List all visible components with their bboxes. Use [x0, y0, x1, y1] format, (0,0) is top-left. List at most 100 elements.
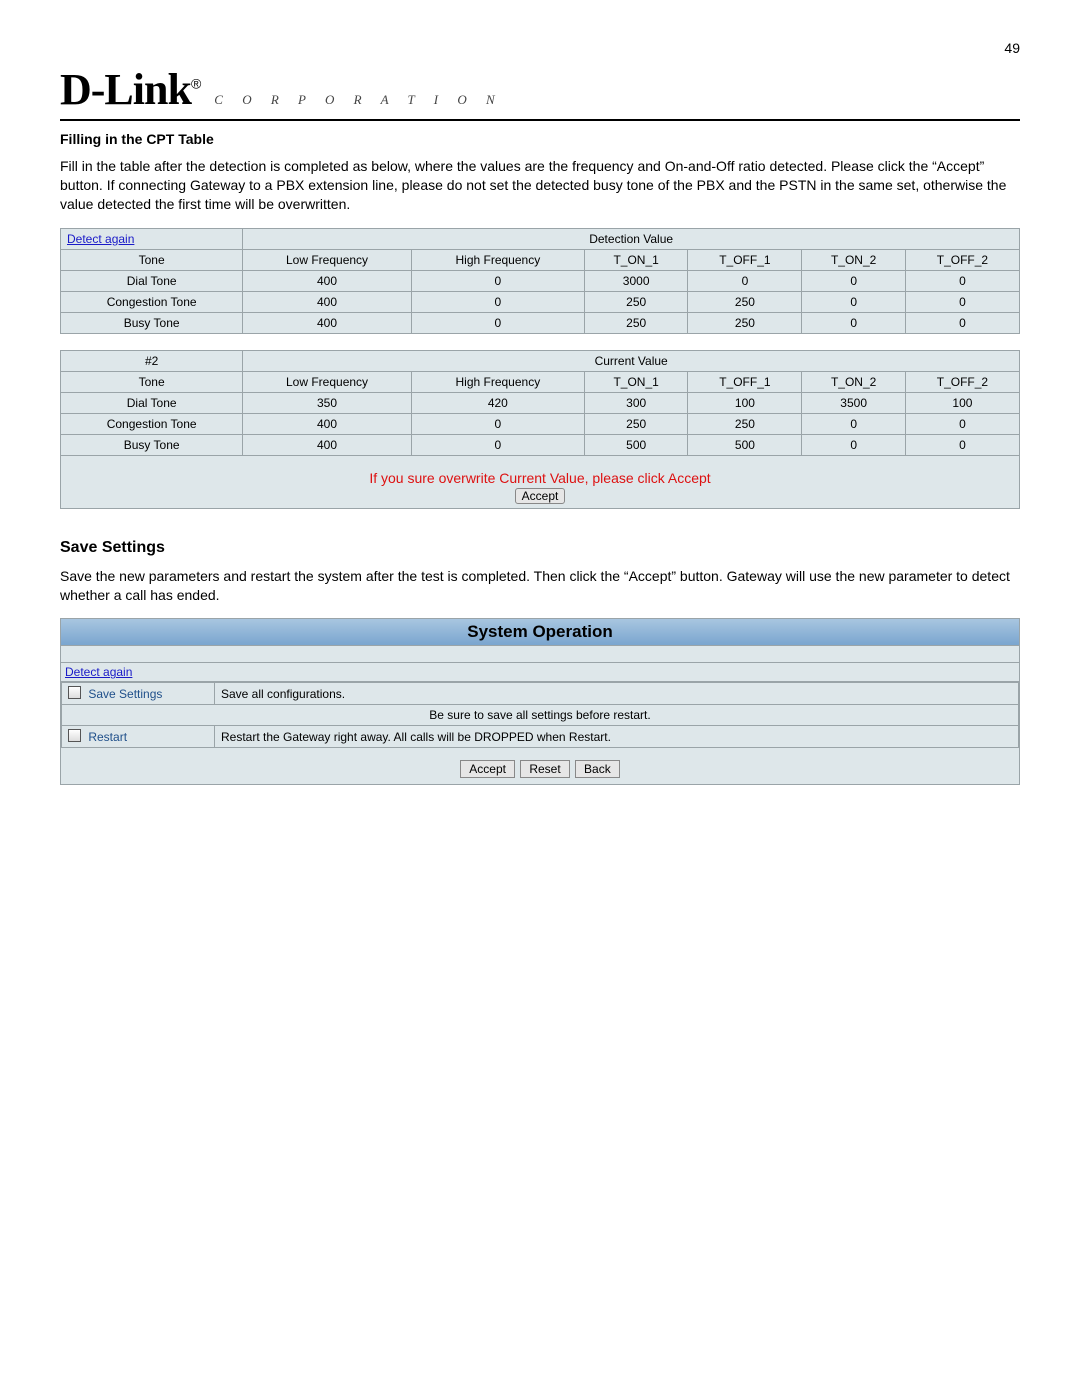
- row-lf: 400: [243, 291, 411, 312]
- table-row: Dial Tone 400 0 3000 0 0 0: [61, 270, 1020, 291]
- detection-header-row: Tone Low Frequency High Frequency T_ON_1…: [61, 249, 1020, 270]
- table-row: Congestion Tone 400 0 250 250 0 0: [61, 413, 1020, 434]
- row-on2: 0: [802, 270, 905, 291]
- brand-header: D-Link® C O R P O R A T I O N: [60, 64, 1020, 121]
- col-high-freq: High Frequency: [411, 249, 584, 270]
- row-hf: 0: [411, 413, 584, 434]
- restart-label: Restart: [88, 730, 127, 744]
- sysop-warning-text: Be sure to save all settings before rest…: [62, 705, 1019, 726]
- brand-logo-text: D-Link®: [60, 64, 200, 115]
- sysop-reset-button[interactable]: Reset: [520, 760, 569, 778]
- save-settings-paragraph: Save the new parameters and restart the …: [60, 567, 1020, 605]
- current-title: Current Value: [243, 350, 1020, 371]
- row-on1: 250: [584, 312, 687, 333]
- current-set-label: #2: [61, 350, 243, 371]
- row-name: Congestion Tone: [61, 413, 243, 434]
- detect-again-link[interactable]: Detect again: [67, 232, 134, 246]
- table-row: Busy Tone 400 0 500 500 0 0: [61, 434, 1020, 455]
- row-off1: 250: [688, 291, 802, 312]
- row-name: Dial Tone: [61, 392, 243, 413]
- restart-desc: Restart the Gateway right away. All call…: [215, 726, 1019, 748]
- sysop-row-restart: Restart Restart the Gateway right away. …: [62, 726, 1019, 748]
- col-ton2: T_ON_2: [802, 371, 905, 392]
- save-settings-checkbox[interactable]: [68, 686, 81, 699]
- row-hf: 0: [411, 312, 584, 333]
- row-on1: 250: [584, 291, 687, 312]
- row-off1: 0: [688, 270, 802, 291]
- row-off2: 0: [905, 312, 1019, 333]
- header-divider: [60, 119, 1020, 121]
- registered-icon: ®: [191, 75, 200, 91]
- col-ton2: T_ON_2: [802, 249, 905, 270]
- overwrite-warning-row: If you sure overwrite Current Value, ple…: [60, 456, 1020, 509]
- row-name: Busy Tone: [61, 434, 243, 455]
- sysop-accept-button[interactable]: Accept: [460, 760, 515, 778]
- detection-table-wrap: Detect again Detection Value Tone Low Fr…: [60, 228, 1020, 334]
- brand-tagline: C O R P O R A T I O N: [214, 92, 502, 108]
- accept-button[interactable]: Accept: [515, 488, 566, 504]
- current-table: #2 Current Value Tone Low Frequency High…: [60, 350, 1020, 456]
- col-tone: Tone: [61, 249, 243, 270]
- row-off2: 0: [905, 291, 1019, 312]
- row-off2: 0: [905, 413, 1019, 434]
- row-lf: 350: [243, 392, 411, 413]
- col-toff2: T_OFF_2: [905, 371, 1019, 392]
- row-lf: 400: [243, 312, 411, 333]
- row-off1: 100: [688, 392, 802, 413]
- col-toff2: T_OFF_2: [905, 249, 1019, 270]
- row-on1: 500: [584, 434, 687, 455]
- row-lf: 400: [243, 434, 411, 455]
- save-settings-label: Save Settings: [88, 687, 162, 701]
- page-number: 49: [60, 40, 1020, 56]
- sysop-spacer: [61, 646, 1019, 663]
- current-header-row: Tone Low Frequency High Frequency T_ON_1…: [61, 371, 1020, 392]
- row-on2: 0: [802, 434, 905, 455]
- current-table-wrap: #2 Current Value Tone Low Frequency High…: [60, 350, 1020, 509]
- col-tone: Tone: [61, 371, 243, 392]
- cpt-paragraph: Fill in the table after the detection is…: [60, 157, 1020, 214]
- row-lf: 400: [243, 413, 411, 434]
- row-on2: 0: [802, 291, 905, 312]
- row-on2: 0: [802, 312, 905, 333]
- row-hf: 0: [411, 270, 584, 291]
- table-row: Dial Tone 350 420 300 100 3500 100: [61, 392, 1020, 413]
- table-row: Congestion Tone 400 0 250 250 0 0: [61, 291, 1020, 312]
- row-off1: 250: [688, 413, 802, 434]
- col-ton1: T_ON_1: [584, 371, 687, 392]
- row-off2: 0: [905, 434, 1019, 455]
- col-low-freq: Low Frequency: [243, 249, 411, 270]
- row-on2: 3500: [802, 392, 905, 413]
- table-row: Busy Tone 400 0 250 250 0 0: [61, 312, 1020, 333]
- col-ton1: T_ON_1: [584, 249, 687, 270]
- row-off2: 0: [905, 270, 1019, 291]
- detection-title: Detection Value: [243, 228, 1020, 249]
- row-lf: 400: [243, 270, 411, 291]
- row-off1: 250: [688, 312, 802, 333]
- system-operation-title: System Operation: [61, 619, 1019, 646]
- row-off1: 500: [688, 434, 802, 455]
- sysop-table: Save Settings Save all configurations. B…: [61, 682, 1019, 748]
- col-low-freq: Low Frequency: [243, 371, 411, 392]
- row-on1: 3000: [584, 270, 687, 291]
- sysop-row-warning: Be sure to save all settings before rest…: [62, 705, 1019, 726]
- sysop-button-row: Accept Reset Back: [61, 748, 1019, 784]
- cpt-heading: Filling in the CPT Table: [60, 131, 1020, 147]
- row-on1: 300: [584, 392, 687, 413]
- row-off2: 100: [905, 392, 1019, 413]
- row-name: Busy Tone: [61, 312, 243, 333]
- row-hf: 420: [411, 392, 584, 413]
- row-hf: 0: [411, 434, 584, 455]
- detection-table: Detect again Detection Value Tone Low Fr…: [60, 228, 1020, 334]
- sysop-back-button[interactable]: Back: [575, 760, 620, 778]
- restart-checkbox[interactable]: [68, 729, 81, 742]
- col-toff1: T_OFF_1: [688, 249, 802, 270]
- col-toff1: T_OFF_1: [688, 371, 802, 392]
- overwrite-warning-text: If you sure overwrite Current Value, ple…: [369, 470, 710, 486]
- sysop-detect-again-link[interactable]: Detect again: [65, 665, 132, 679]
- row-on1: 250: [584, 413, 687, 434]
- row-on2: 0: [802, 413, 905, 434]
- save-settings-heading: Save Settings: [60, 539, 1020, 557]
- row-hf: 0: [411, 291, 584, 312]
- system-operation-panel: System Operation Detect again Save Setti…: [60, 618, 1020, 785]
- save-settings-desc: Save all configurations.: [215, 683, 1019, 705]
